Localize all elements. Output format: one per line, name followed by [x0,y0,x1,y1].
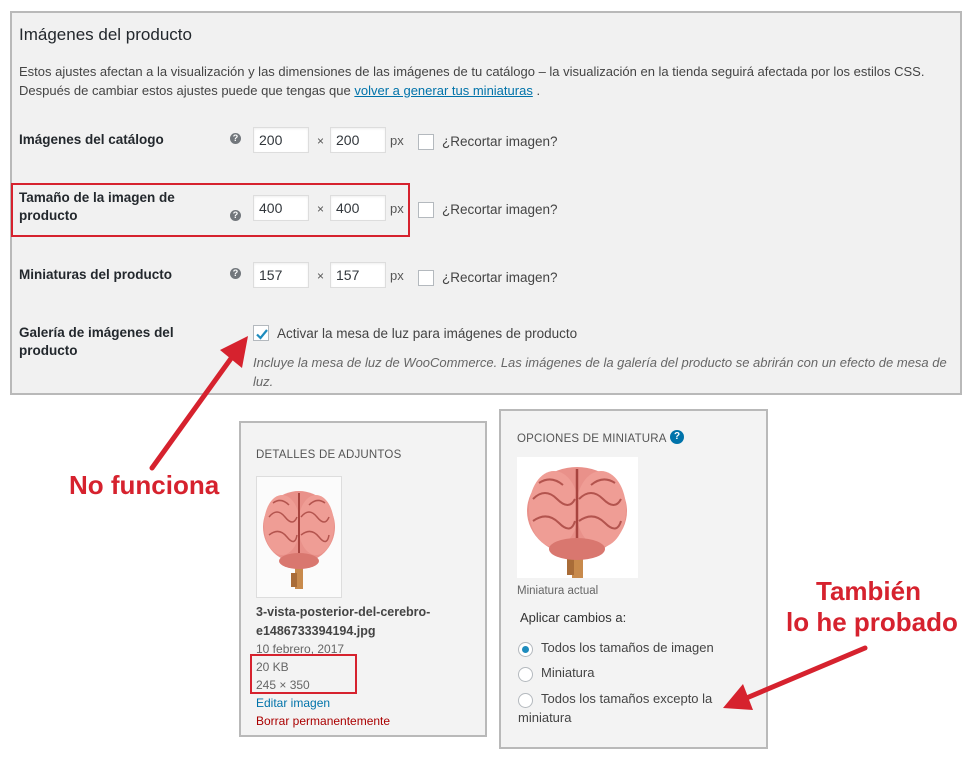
annotation-tambien: También [816,576,921,606]
edit-image-link[interactable]: Editar imagen [256,696,330,710]
catalog-images-label: Imágenes del catálogo [19,132,164,147]
catalog-width-input[interactable]: 200 [253,127,309,153]
single-crop-checkbox[interactable] [418,202,434,218]
help-icon[interactable]: ? [230,268,241,279]
px-unit: px [390,133,404,148]
thumbnail-crop-checkbox[interactable] [418,270,434,286]
help-icon[interactable]: ? [230,133,241,144]
catalog-crop-checkbox[interactable] [418,134,434,150]
crop-label: ¿Recortar imagen? [442,134,558,149]
arrow-icon [149,336,248,471]
times-sign: × [317,269,325,283]
radio-thumbnail[interactable] [518,667,533,682]
current-thumbnail-label: Miniatura actual [517,585,599,597]
help-icon[interactable]: ? [670,430,684,444]
highlight-box [11,183,410,237]
section-title: Imágenes del producto [19,25,192,44]
arrow-icon [723,645,868,710]
radio-all-except-thumbnail-label: Todos los tamaños excepto la miniatura [518,691,713,725]
highlight-box [250,654,357,694]
crop-label: ¿Recortar imagen? [442,202,558,217]
crop-label: ¿Recortar imagen? [442,270,558,285]
apply-changes-label: Aplicar cambios a: [520,610,627,625]
lightbox-label: Activar la mesa de luz para imágenes de … [277,326,578,341]
brain-image [517,457,638,578]
radio-all-sizes-label: Todos los tamaños de imagen [541,640,714,655]
brain-image [257,477,341,597]
radio-all-sizes[interactable] [518,642,533,657]
thumbnail-options-title: OPCIONES DE MINIATURA [517,433,667,445]
times-sign: × [317,134,325,148]
thumbnail-height-input[interactable]: 157 [330,262,386,288]
regenerate-thumbnails-link[interactable]: volver a generar tus miniaturas [354,83,532,98]
current-thumbnail [517,457,638,578]
catalog-height-input[interactable]: 200 [330,127,386,153]
thumbnail-width-input[interactable]: 157 [253,262,309,288]
attachment-filename: 3-vista-posterior-del-cerebro-e148673339… [256,605,431,638]
px-unit: px [390,268,404,283]
radio-thumbnail-label: Miniatura [541,665,595,680]
attachment-thumbnail[interactable] [256,476,342,598]
section-description: Estos ajustes afectan a la visualización… [19,64,925,98]
lightbox-description: Incluye la mesa de luz de WooCommerce. L… [253,355,947,389]
annotation-lo-he-probado: lo he probado [786,607,958,637]
thumbnail-images-label: Miniaturas del producto [19,267,173,282]
delete-permanently-link[interactable]: Borrar permanentemente [256,714,390,728]
attachment-title: DETALLES DE ADJUNTOS [256,449,402,461]
